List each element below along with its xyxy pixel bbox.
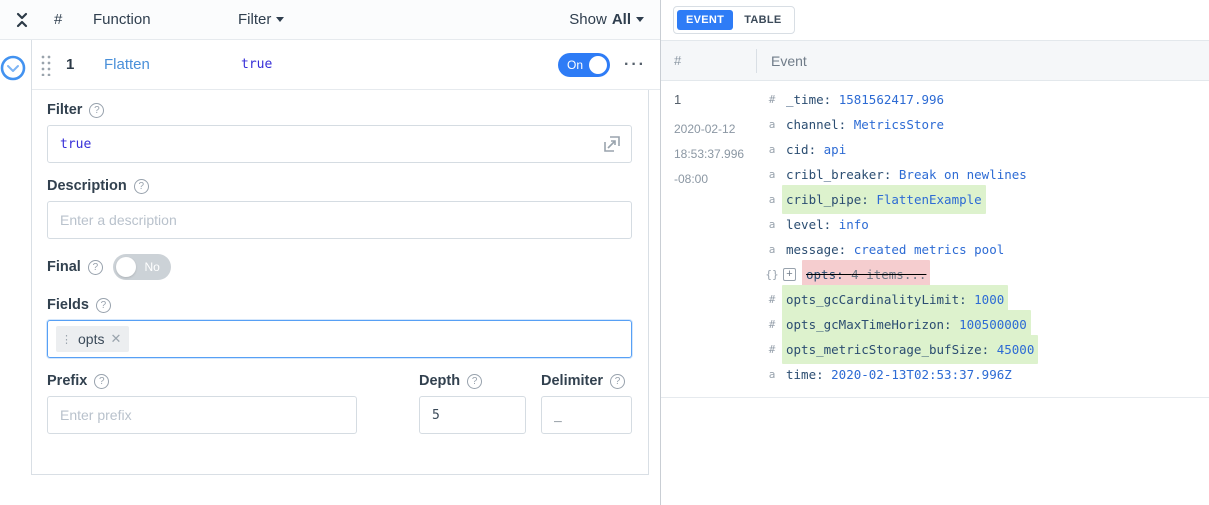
toggle-knob <box>116 257 136 277</box>
pipeline-panel: # Function Filter Show All 1 Flatten <box>0 0 661 505</box>
event-row: 1 2020-02-1218:53:37.996-08:00 #_time: 1… <box>661 81 1209 398</box>
field-type-icon: a <box>764 137 780 162</box>
fields-label: Fields ? <box>47 297 632 313</box>
event-field-row: {}+opts: 4 items... <box>764 262 1209 287</box>
app-root: # Function Filter Show All 1 Flatten <box>0 0 1209 505</box>
prefix-input[interactable] <box>47 396 357 434</box>
field-type-icon: a <box>764 112 780 137</box>
preview-panel: EVENT TABLE # Event 1 2020-02-1218:53:37… <box>661 0 1209 505</box>
field-type-icon: a <box>764 187 780 212</box>
depth-label: Depth ? <box>419 373 526 389</box>
header-number-col: # <box>661 53 756 68</box>
help-icon[interactable]: ? <box>610 374 625 389</box>
filter-label: Filter ? <box>47 102 632 118</box>
header-event-col: Event <box>756 49 1209 73</box>
event-field-row: acribl_pipe: FlattenExample <box>764 187 1209 212</box>
final-label: Final ? <box>47 259 103 275</box>
timestamp-line: 2020-02-12 <box>674 117 756 142</box>
event-field-row: #_time: 1581562417.996 <box>764 87 1209 112</box>
expand-editor-icon[interactable] <box>602 134 622 154</box>
chevron-down-icon <box>636 17 644 22</box>
field-tag[interactable]: ⋮ opts ✕ <box>56 326 129 352</box>
toggle-knob <box>589 56 607 74</box>
event-field-list: #_time: 1581562417.996achannel: MetricsS… <box>756 87 1209 387</box>
function-settings-form: Filter ? Description <box>32 90 649 475</box>
event-field-row: acid: api <box>764 137 1209 162</box>
field-type-icon: a <box>764 212 780 237</box>
timestamp-line: -08:00 <box>674 167 756 192</box>
field-type-icon: a <box>764 362 780 387</box>
help-icon[interactable]: ? <box>88 260 103 275</box>
event-field-row: #opts_metricStorage_bufSize: 45000 <box>764 337 1209 362</box>
prefix-label: Prefix ? <box>47 373 357 389</box>
event-field-row: alevel: info <box>764 212 1209 237</box>
event-table-header: # Event <box>661 40 1209 81</box>
event-timestamp: 2020-02-1218:53:37.996-08:00 <box>674 117 756 192</box>
field-type-icon: # <box>764 87 780 112</box>
show-filter-dropdown[interactable]: Show All <box>569 11 644 28</box>
header-filter-dropdown[interactable]: Filter <box>238 11 284 28</box>
field-type-icon: # <box>764 337 780 362</box>
help-icon[interactable]: ? <box>467 374 482 389</box>
event-field-row: acribl_breaker: Break on newlines <box>764 162 1209 187</box>
drag-handle[interactable] <box>40 54 52 76</box>
function-menu-button[interactable]: ··· <box>624 56 646 74</box>
event-field-row: #opts_gcMaxTimeHorizon: 100500000 <box>764 312 1209 337</box>
event-index: 1 <box>674 87 756 112</box>
field-type-icon: a <box>764 237 780 262</box>
description-input[interactable] <box>47 201 632 239</box>
function-row: 1 Flatten true On ··· <box>32 40 660 90</box>
timestamp-line: 18:53:37.996 <box>674 142 756 167</box>
event-field-row: amessage: created metrics pool <box>764 237 1209 262</box>
tab-table[interactable]: TABLE <box>735 10 790 30</box>
description-label: Description ? <box>47 178 632 194</box>
header-function-col: Function <box>93 11 238 28</box>
event-number-cell: 1 2020-02-1218:53:37.996-08:00 <box>661 87 756 387</box>
function-index: 1 <box>66 56 104 73</box>
filter-input[interactable] <box>47 125 632 163</box>
function-list-header: # Function Filter Show All <box>0 0 660 40</box>
delimiter-input[interactable] <box>541 396 632 434</box>
function-name-link[interactable]: Flatten <box>104 56 241 73</box>
final-toggle[interactable]: No <box>113 254 171 280</box>
depth-input[interactable] <box>419 396 526 434</box>
tag-label: opts <box>78 331 104 347</box>
expand-object-icon[interactable]: + <box>783 268 796 281</box>
help-icon[interactable]: ? <box>89 103 104 118</box>
collapse-function-icon[interactable] <box>0 55 26 81</box>
help-icon[interactable]: ? <box>134 179 149 194</box>
tag-drag-handle[interactable]: ⋮ <box>61 333 72 346</box>
help-icon[interactable]: ? <box>94 374 109 389</box>
field-type-icon: # <box>764 312 780 337</box>
function-block: 1 Flatten true On ··· Filter ? <box>31 40 660 475</box>
function-filter-expression: true <box>241 57 272 72</box>
function-enabled-toggle[interactable]: On <box>558 53 610 77</box>
field-type-icon: a <box>764 162 780 187</box>
event-field-row: achannel: MetricsStore <box>764 112 1209 137</box>
field-type-icon: {} <box>764 262 780 287</box>
header-number-col: # <box>54 11 93 28</box>
field-type-icon: # <box>764 287 780 312</box>
event-field-row: #opts_gcCardinalityLimit: 1000 <box>764 287 1209 312</box>
remove-tag-icon[interactable]: ✕ <box>110 331 121 347</box>
fields-tags-input[interactable]: ⋮ opts ✕ <box>47 320 632 358</box>
field-key-value[interactable]: time: 2020-02-13T02:53:37.996Z <box>782 360 1016 389</box>
event-field-row: atime: 2020-02-13T02:53:37.996Z <box>764 362 1209 387</box>
tab-event[interactable]: EVENT <box>677 10 733 30</box>
collapse-all-icon[interactable] <box>12 10 32 30</box>
chevron-down-icon <box>276 17 284 22</box>
delimiter-label: Delimiter ? <box>541 373 632 389</box>
help-icon[interactable]: ? <box>96 298 111 313</box>
preview-view-tabs: EVENT TABLE <box>673 6 795 34</box>
